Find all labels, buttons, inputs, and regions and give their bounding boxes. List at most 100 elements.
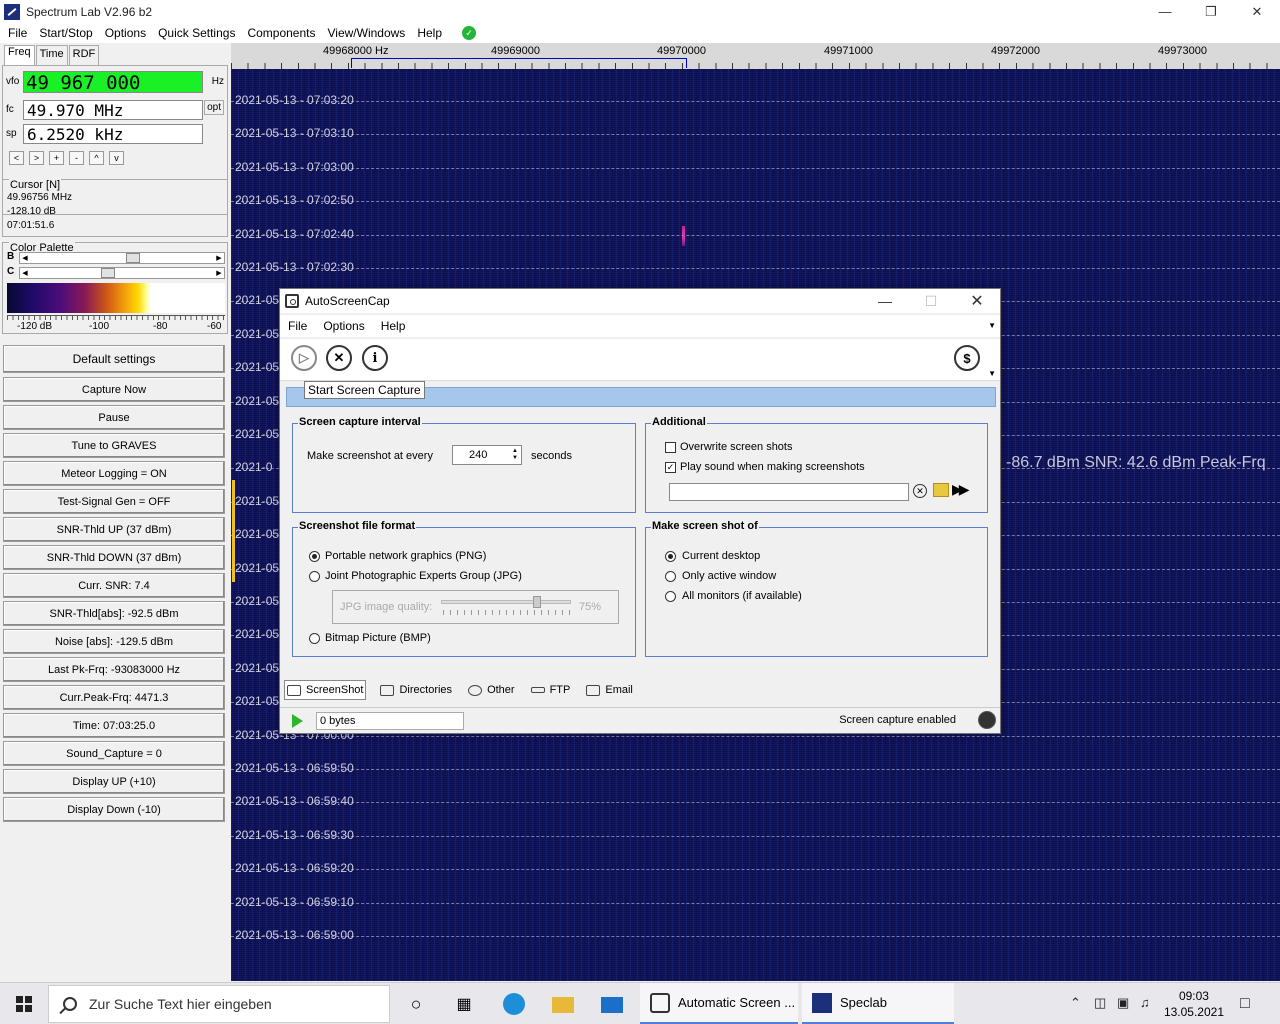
contrast-slider[interactable]: C ◀ ▶ [7, 266, 225, 279]
tab-email[interactable]: Email [584, 680, 635, 700]
current-desktop-radio[interactable] [665, 551, 676, 562]
task-view-icon[interactable]: ▦ [453, 993, 475, 1015]
brightness-thumb[interactable] [125, 253, 140, 263]
asc-menu-file[interactable]: File [288, 319, 307, 333]
asc-close-button[interactable]: ✕ [954, 289, 1000, 313]
arrow-right-icon[interactable]: ▶ [214, 253, 224, 263]
globe-icon[interactable] [978, 711, 996, 729]
taskbar-app-autoscreencap[interactable]: Automatic Screen ... [640, 983, 798, 1024]
play-sound-checkbox[interactable]: ✓ [665, 462, 676, 473]
donate-icon[interactable]: $ [954, 345, 980, 371]
tab-freq[interactable]: Freq [4, 45, 35, 65]
filter-bracket[interactable] [351, 58, 687, 68]
menu-file[interactable]: File [2, 26, 33, 40]
usb-icon[interactable]: ◫ [1094, 995, 1106, 1011]
nav-left-button[interactable]: < [9, 151, 24, 165]
shortcut-button[interactable]: Last Pk-Frq: -93083000 Hz [3, 657, 225, 682]
stop-icon[interactable]: ✕ [326, 345, 352, 371]
toolbar-overflow-icon[interactable]: ▼ [988, 369, 996, 378]
network-icon[interactable]: ▣ [1117, 995, 1129, 1011]
shortcut-button[interactable]: Display Down (-10) [3, 797, 225, 822]
mail-icon[interactable] [601, 997, 623, 1013]
shortcut-button[interactable]: Sound_Capture = 0 [3, 741, 225, 766]
shortcut-button[interactable]: Noise [abs]: -129.5 dBm [3, 629, 225, 654]
clear-icon[interactable]: ✕ [913, 484, 927, 498]
zoom-out-button[interactable]: - [69, 151, 84, 165]
all-monitors-radio[interactable] [665, 591, 676, 602]
tray-expand-icon[interactable]: ⌃ [1070, 995, 1081, 1011]
shortcut-button[interactable]: SNR-Thld[abs]: -92.5 dBm [3, 601, 225, 626]
tab-directories[interactable]: Directories [378, 680, 454, 700]
minimize-button[interactable]: — [1142, 0, 1188, 23]
menu-start-stop[interactable]: Start/Stop [33, 26, 98, 40]
folder-icon[interactable] [933, 483, 949, 497]
taskbar-app-speclab[interactable]: Speclab [802, 983, 954, 1024]
notification-icon[interactable]: □ [1240, 995, 1250, 1013]
tab-time[interactable]: Time [35, 45, 68, 65]
edge-icon[interactable] [503, 993, 525, 1015]
sp-field[interactable]: 6.2520 kHz [23, 124, 203, 144]
close-button[interactable]: ✕ [1234, 0, 1280, 23]
volume-icon[interactable]: ♫ [1140, 995, 1150, 1010]
shortcut-button[interactable]: Curr. SNR: 7.4 [3, 573, 225, 598]
shortcut-button[interactable]: Default settings [3, 345, 225, 373]
shortcut-button[interactable]: Test-Signal Gen = OFF [3, 489, 225, 514]
interval-value[interactable]: 240 [469, 449, 487, 461]
opt-button[interactable]: opt [204, 100, 224, 115]
asc-minimize-button[interactable]: — [862, 289, 908, 313]
arrow-left-icon[interactable]: ◀ [20, 268, 30, 278]
info-icon[interactable]: i [362, 345, 388, 371]
tab-other[interactable]: Other [466, 680, 517, 700]
asc-maximize-button[interactable]: ☐ [908, 289, 954, 313]
restore-button[interactable]: ❐ [1188, 0, 1234, 23]
menu-overflow-icon[interactable]: ▼ [988, 321, 996, 330]
interval-spinner[interactable]: 240 ▲ ▼ [452, 445, 522, 465]
tab-rdf[interactable]: RDF [68, 45, 100, 65]
bmp-radio[interactable] [309, 633, 320, 644]
nav-up-button[interactable]: ^ [89, 151, 104, 165]
brightness-track[interactable]: ◀ ▶ [19, 252, 225, 264]
spinner-arrows-icon[interactable]: ▲ ▼ [509, 446, 521, 464]
menu-components[interactable]: Components [241, 26, 321, 40]
arrow-right-icon[interactable]: ▶ [214, 268, 224, 278]
shortcut-button[interactable]: Capture Now [3, 377, 225, 402]
taskbar-clock[interactable]: 09:03 13.05.2021 [1164, 988, 1224, 1020]
file-explorer-icon[interactable] [552, 997, 574, 1013]
fc-field[interactable]: 49.970 MHz [23, 100, 203, 120]
contrast-thumb[interactable] [100, 268, 115, 278]
fast-forward-icon[interactable]: ▶▶ [952, 481, 969, 498]
shortcut-button[interactable]: Display UP (+10) [3, 769, 225, 794]
shortcut-button[interactable]: Time: 07:03:25.0 [3, 713, 225, 738]
png-radio[interactable] [309, 551, 320, 562]
arrow-left-icon[interactable]: ◀ [20, 253, 30, 263]
menu-view-windows[interactable]: View/Windows [322, 26, 412, 40]
play-status-icon[interactable] [292, 713, 303, 728]
nav-right-button[interactable]: > [29, 151, 44, 165]
brightness-slider[interactable]: B ◀ ▶ [7, 251, 225, 264]
active-window-radio[interactable] [665, 571, 676, 582]
taskbar-search[interactable]: Zur Suche Text hier eingeben [48, 985, 390, 1023]
shortcut-button[interactable]: Tune to GRAVES [3, 433, 225, 458]
shortcut-button[interactable]: Pause [3, 405, 225, 430]
shortcut-button[interactable]: Meteor Logging = ON [3, 461, 225, 486]
status-ok-icon[interactable]: ✓ [462, 26, 476, 40]
tab-screenshot[interactable]: ScreenShot [284, 680, 367, 700]
menu-quick-settings[interactable]: Quick Settings [152, 26, 241, 40]
play-icon[interactable]: ▷ [291, 345, 317, 371]
shortcut-button[interactable]: SNR-Thld DOWN (37 dBm) [3, 545, 225, 570]
jpg-quality-thumb[interactable] [532, 596, 541, 608]
menu-options[interactable]: Options [99, 26, 152, 40]
vfo-display[interactable]: 49 967 000 [23, 71, 203, 94]
contrast-track[interactable]: ◀ ▶ [19, 267, 225, 279]
sound-file-input[interactable] [669, 483, 909, 501]
tab-ftp[interactable]: FTP [529, 680, 573, 700]
nav-down-button[interactable]: v [109, 151, 124, 165]
jpg-radio[interactable] [309, 571, 320, 582]
asc-menu-options[interactable]: Options [323, 319, 364, 333]
zoom-in-button[interactable]: + [49, 151, 64, 165]
overwrite-checkbox[interactable] [665, 442, 676, 453]
asc-menu-help[interactable]: Help [381, 319, 406, 333]
jpg-quality-track[interactable] [441, 600, 571, 604]
windows-start-icon[interactable] [16, 996, 32, 1012]
shortcut-button[interactable]: SNR-Thld UP (37 dBm) [3, 517, 225, 542]
